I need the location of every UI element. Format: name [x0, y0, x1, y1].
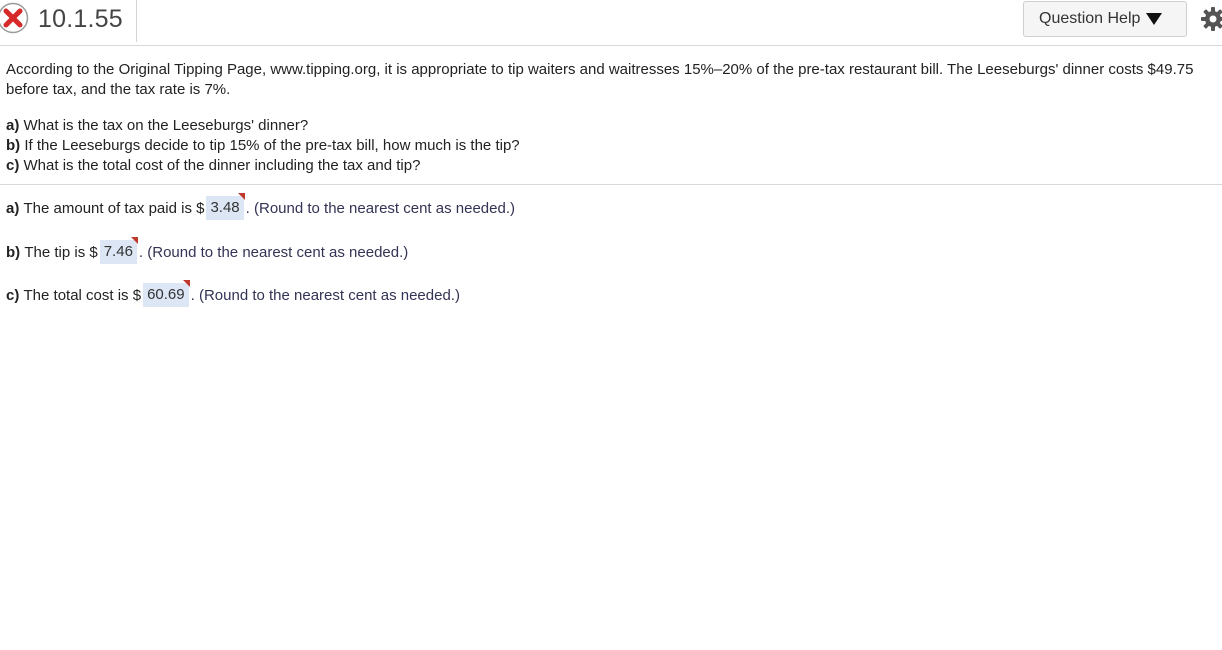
gear-icon[interactable] — [1200, 6, 1222, 32]
answer-prefix: The amount of tax paid is $ — [23, 199, 205, 217]
question-body: According to the Original Tipping Page, … — [0, 46, 1216, 176]
answer-suffix: . (Round to the nearest cent as needed.) — [138, 243, 409, 261]
answer-prefix: The total cost is $ — [23, 286, 142, 304]
question-header: 10.1.55 Question Help — [0, 0, 1222, 46]
question-part-b: b) If the Leeseburgs decide to tip 15% o… — [6, 136, 1216, 156]
question-part-c: c) What is the total cost of the dinner … — [6, 156, 1216, 176]
part-label: c) — [6, 157, 20, 174]
part-label: a) — [6, 117, 20, 134]
answer-suffix: . (Round to the nearest cent as needed.) — [190, 286, 460, 304]
header-divider — [136, 0, 137, 42]
section-divider — [0, 184, 1222, 185]
answer-label: c) — [6, 286, 20, 304]
incorrect-flag-icon — [237, 193, 245, 200]
question-id: 10.1.55 — [38, 5, 123, 33]
answer-value: 3.48 — [210, 199, 240, 216]
x-circle-icon — [0, 2, 29, 34]
question-help-button[interactable]: Question Help — [1023, 1, 1187, 37]
part-text: If the Leeseburgs decide to tip 15% of t… — [24, 137, 520, 154]
incorrect-flag-icon — [182, 280, 190, 287]
answer-field-b[interactable]: 7.46 — [99, 237, 138, 264]
answer-prefix: The tip is $ — [24, 243, 98, 261]
answer-suffix: . (Round to the nearest cent as needed.) — [245, 199, 515, 217]
question-part-a: a) What is the tax on the Leeseburgs' di… — [6, 116, 1216, 136]
answer-value: 7.46 — [103, 243, 133, 260]
answer-value: 60.69 — [147, 286, 185, 303]
incorrect-flag-icon — [130, 237, 138, 244]
part-text: What is the total cost of the dinner inc… — [23, 157, 421, 174]
answer-line-b: b) The tip is $ 7.46 . (Round to the neare… — [6, 237, 409, 264]
question-intro: According to the Original Tipping Page, … — [6, 61, 1194, 98]
answer-label: b) — [6, 243, 21, 261]
answer-field-c[interactable]: 60.69 — [143, 280, 190, 307]
question-help-label: Question Help — [1039, 10, 1141, 27]
part-text: What is the tax on the Leeseburgs' dinne… — [23, 117, 309, 134]
answer-label: a) — [6, 199, 20, 217]
part-label: b) — [6, 137, 21, 154]
answer-line-c: c) The total cost is $ 60.69 . (Round to t… — [6, 280, 460, 307]
triangle-down-icon — [1146, 13, 1163, 25]
question-parts: a) What is the tax on the Leeseburgs' di… — [6, 116, 1216, 176]
answer-line-a: a) The amount of tax paid is $ 3.48 . (Rou… — [6, 193, 515, 220]
answer-field-a[interactable]: 3.48 — [206, 193, 245, 220]
